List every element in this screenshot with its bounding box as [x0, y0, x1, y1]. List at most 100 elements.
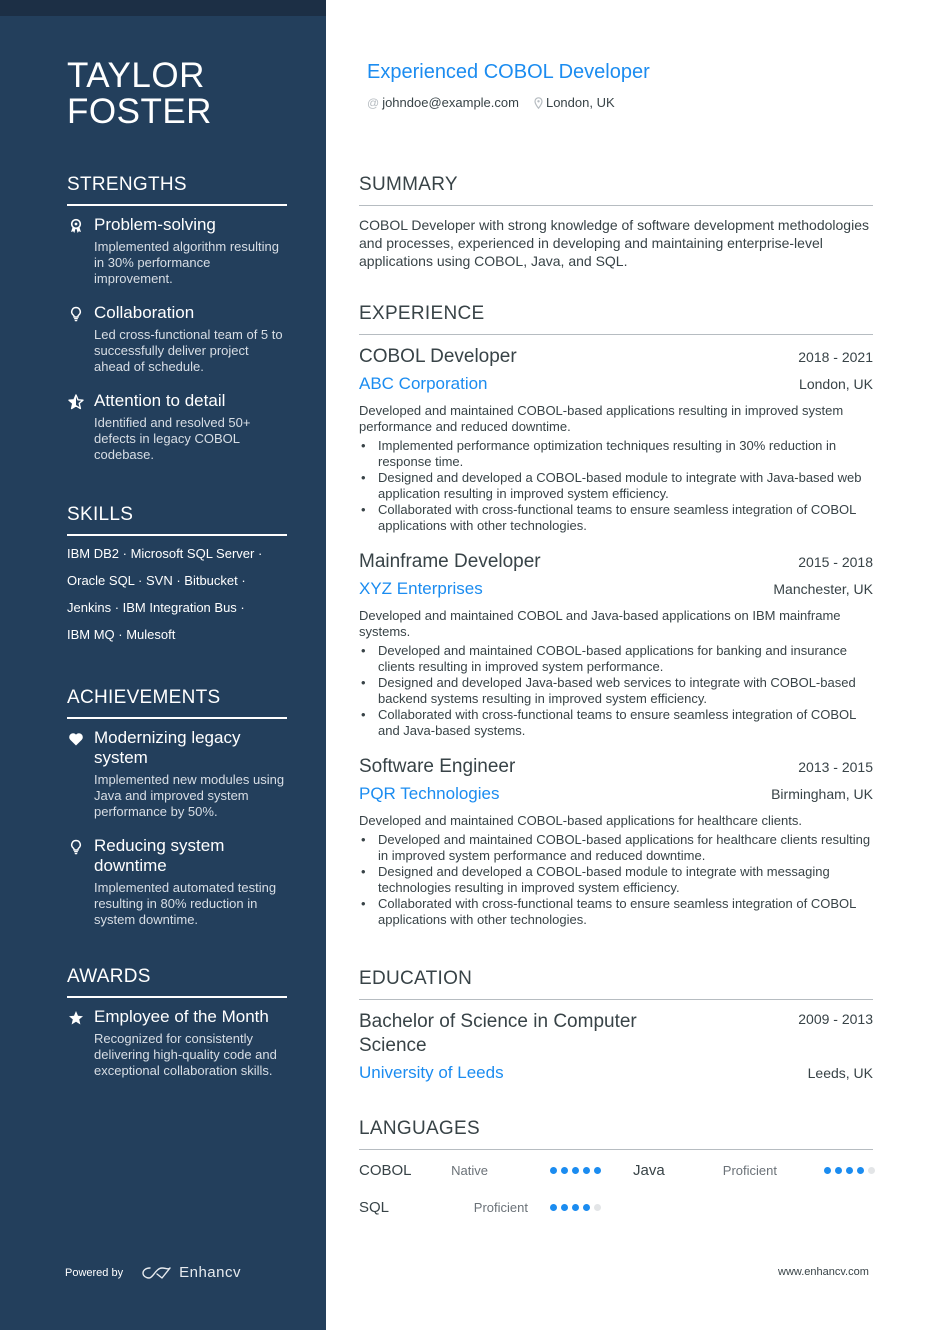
- job-dates: 2018 - 2021: [798, 349, 873, 365]
- language-item: COBOL Native: [359, 1160, 601, 1180]
- bullet-item: Collaborated with cross-functional teams…: [359, 502, 873, 534]
- rating-dot-filled: [550, 1166, 557, 1174]
- candidate-name: TAYLOR FOSTER: [67, 58, 212, 130]
- company-name: ABC Corporation: [359, 374, 488, 393]
- bullet-item: Developed and maintained COBOL-based app…: [359, 832, 873, 864]
- language-level: Proficient: [473, 1199, 528, 1215]
- strength-item: Problem-solving Implemented algorithm re…: [67, 215, 287, 287]
- job-dates: 2013 - 2015: [798, 759, 873, 775]
- email-text: johndoe@example.com: [382, 95, 519, 110]
- achievement-item: Modernizing legacy system Implemented ne…: [67, 728, 287, 820]
- strength-description: Identified and resolved 50+ defects in l…: [94, 415, 251, 462]
- sidebar: TAYLOR FOSTER STRENGTHS Problem-solving …: [0, 0, 326, 1330]
- summary-section: SUMMARY COBOL Developer with strong know…: [359, 174, 873, 270]
- rating-dot-filled: [824, 1166, 831, 1174]
- name-last: FOSTER: [67, 92, 212, 131]
- name-first: TAYLOR: [67, 56, 205, 95]
- section-title: EDUCATION: [359, 968, 873, 1000]
- achievement-title: Reducing system downtime: [94, 836, 225, 875]
- degree-title: Bachelor of Science in Computer Science: [359, 1011, 637, 1056]
- contact-info: @ johndoe@example.com London, UK: [367, 95, 630, 111]
- location-text: London, UK: [545, 95, 615, 110]
- footer-url[interactable]: www.enhancv.com: [778, 1266, 869, 1278]
- section-title: SUMMARY: [359, 174, 873, 206]
- strength-description: Led cross-functional team of 5 to succes…: [94, 327, 283, 374]
- language-rating: [550, 1166, 605, 1174]
- summary-text: COBOL Developer with strong knowledge of…: [359, 217, 869, 269]
- job-bullets: Developed and maintained COBOL-based app…: [359, 832, 873, 928]
- job-description: Developed and maintained COBOL-based app…: [359, 813, 802, 828]
- language-level: Proficient: [722, 1162, 777, 1178]
- language-name: COBOL: [359, 1161, 412, 1179]
- experience-entry: Mainframe Developer 2015 - 2018 XYZ Ente…: [359, 550, 873, 739]
- company-name: PQR Technologies: [359, 784, 500, 803]
- job-title: Mainframe Developer: [359, 551, 541, 572]
- skills-line: IBM MQ · Mulesoft: [67, 627, 176, 642]
- company-name: XYZ Enterprises: [359, 579, 483, 598]
- strength-item: Attention to detail Identified and resol…: [67, 391, 287, 463]
- experience-entry: Software Engineer 2013 - 2015 PQR Techno…: [359, 755, 873, 928]
- headline: Experienced COBOL Developer: [367, 61, 650, 83]
- bullet-item: Collaborated with cross-functional teams…: [359, 896, 873, 928]
- rating-dot-filled: [572, 1166, 579, 1174]
- languages-section: LANGUAGES COBOL Native Java Proficient S…: [359, 1118, 875, 1240]
- section-title: AWARDS: [67, 966, 287, 998]
- rating-dot-filled: [583, 1203, 590, 1211]
- job-title: COBOL Developer: [359, 346, 517, 367]
- rating-dot-filled: [846, 1166, 853, 1174]
- rating-dot-filled: [594, 1166, 601, 1174]
- skills-line: IBM DB2 · Microsoft SQL Server ·: [67, 546, 263, 561]
- language-item: Java Proficient: [633, 1160, 875, 1180]
- bullet-item: Designed and developed a COBOL-based mod…: [359, 864, 873, 896]
- bullet-item: Designed and developed Java-based web se…: [359, 675, 873, 707]
- star-icon: [67, 1009, 85, 1027]
- brand-name: Enhancv: [179, 1264, 241, 1281]
- enhancv-logo[interactable]: Enhancv: [141, 1264, 241, 1281]
- language-name: SQL: [359, 1198, 390, 1216]
- achievement-description: Implemented new modules using Java and i…: [94, 772, 285, 819]
- achievement-description: Implemented automated testing resulting …: [94, 880, 277, 927]
- languages-grid: COBOL Native Java Proficient SQL Profici…: [359, 1160, 875, 1240]
- email-contact[interactable]: @ johndoe@example.com: [367, 95, 519, 111]
- rating-dot-filled: [583, 1166, 590, 1174]
- bullet-item: Implemented performance optimization tec…: [359, 438, 873, 470]
- job-location: Manchester, UK: [773, 581, 873, 597]
- achievements-section: ACHIEVEMENTS Modernizing legacy system I…: [67, 687, 287, 944]
- section-title: LANGUAGES: [359, 1118, 873, 1150]
- skills-line: Jenkins · IBM Integration Bus ·: [67, 600, 245, 615]
- award-title: Employee of the Month: [94, 1007, 269, 1026]
- rating-dot-empty: [594, 1203, 601, 1211]
- award-description: Recognized for consistently delivering h…: [94, 1031, 277, 1078]
- rating-dot-filled: [561, 1203, 568, 1211]
- rating-dot-filled: [572, 1203, 579, 1211]
- heart-icon: [67, 730, 85, 748]
- job-bullets: Implemented performance optimization tec…: [359, 438, 873, 534]
- job-location: London, UK: [799, 376, 873, 392]
- section-title: ACHIEVEMENTS: [67, 687, 287, 719]
- sidebar-top-bar: [0, 0, 326, 16]
- achievement-title: Modernizing legacy system: [94, 728, 241, 767]
- job-dates: 2015 - 2018: [798, 554, 873, 570]
- bullet-item: Collaborated with cross-functional teams…: [359, 707, 873, 739]
- strength-title: Collaboration: [94, 303, 195, 322]
- rating-dot-filled: [857, 1166, 864, 1174]
- lightbulb-icon: [67, 305, 85, 323]
- language-rating: [550, 1203, 605, 1211]
- location-pin-icon: [534, 97, 543, 109]
- awards-section: AWARDS Employee of the Month Recognized …: [67, 966, 287, 1095]
- job-location: Birmingham, UK: [771, 786, 873, 802]
- skills-list: IBM DB2 · Microsoft SQL Server · Oracle …: [67, 540, 287, 648]
- powered-by: Powered by Enhancv: [65, 1264, 241, 1281]
- location-contact: London, UK: [534, 95, 615, 111]
- lightbulb-icon: [67, 838, 85, 856]
- language-rating: [824, 1166, 879, 1174]
- education-location: Leeds, UK: [807, 1065, 873, 1081]
- strengths-section: STRENGTHS Problem-solving Implemented al…: [67, 174, 287, 479]
- skills-line: Oracle SQL · SVN · Bitbucket ·: [67, 573, 246, 588]
- job-description: Developed and maintained COBOL and Java-…: [359, 608, 841, 639]
- job-bullets: Developed and maintained COBOL-based app…: [359, 643, 873, 739]
- experience-section: EXPERIENCE COBOL Developer 2018 - 2021 A…: [359, 303, 873, 944]
- strength-title: Attention to detail: [94, 391, 226, 410]
- job-title: Software Engineer: [359, 756, 516, 777]
- experience-entry: COBOL Developer 2018 - 2021 ABC Corporat…: [359, 345, 873, 534]
